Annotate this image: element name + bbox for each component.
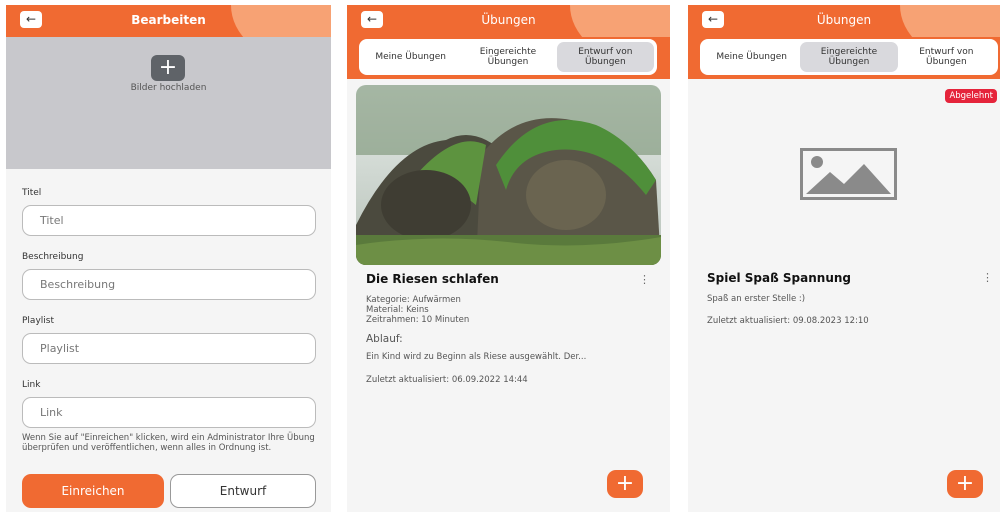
add-image-icon[interactable]: + (151, 55, 185, 81)
tabs: Meine Übungen Eingereichte Übungen Entwu… (359, 39, 657, 75)
tabs: Meine Übungen Eingereichte Übungen Entwu… (700, 39, 998, 75)
image-placeholder-icon (800, 148, 897, 200)
link-input[interactable]: Link (22, 397, 316, 428)
exercise-image[interactable] (356, 85, 661, 265)
page-title: Übungen (816, 13, 872, 27)
edit-form: Titel Titel Beschreibung Beschreibung Pl… (22, 188, 316, 444)
page-title: Übungen (481, 13, 536, 27)
draft-button[interactable]: Entwurf (170, 474, 316, 508)
submit-note: Wenn Sie auf "Einreichen" klicken, wird … (22, 433, 315, 453)
submitted-screen: ← Übungen Meine Übungen Eingereichte Übu… (688, 5, 1000, 512)
tab-bar: Meine Übungen Eingereichte Übungen Entwu… (347, 37, 670, 79)
last-updated: Zuletzt aktualisiert: 09.08.2023 12:10 (707, 316, 869, 326)
status-badge: Abgelehnt (945, 89, 997, 103)
rock-photo (356, 85, 661, 265)
tab-bar: Meine Übungen Eingereichte Übungen Entwu… (688, 37, 1000, 79)
more-options-icon[interactable]: ⋮ (639, 273, 650, 286)
app-bar: ← Übungen (347, 5, 670, 37)
exercise-material: Material: Keins (366, 305, 429, 315)
add-exercise-button[interactable]: + (947, 470, 983, 498)
edit-screen: ← Bearbeiten + Bilder hochladen Titel Ti… (6, 5, 331, 512)
tab-draft-exercises[interactable]: Entwurf von Übungen (898, 42, 995, 72)
last-updated: Zuletzt aktualisiert: 06.09.2022 14:44 (366, 375, 528, 385)
add-exercise-button[interactable]: + (607, 470, 643, 498)
page-title: Bearbeiten (131, 13, 206, 27)
title-label: Titel (22, 188, 42, 198)
tab-submitted-exercises[interactable]: Eingereichte Übungen (800, 42, 898, 72)
app-bar: ← Übungen (688, 5, 1000, 37)
tab-my-exercises[interactable]: Meine Übungen (362, 42, 459, 72)
exercise-title: Die Riesen schlafen (366, 272, 499, 286)
drafts-screen: ← Übungen Meine Übungen Eingereichte Übu… (347, 5, 670, 512)
description-input[interactable]: Beschreibung (22, 269, 316, 300)
link-label: Link (22, 380, 41, 390)
playlist-label: Playlist (22, 316, 54, 326)
title-input[interactable]: Titel (22, 205, 316, 236)
exercise-category: Kategorie: Aufwärmen (366, 295, 461, 305)
tab-my-exercises[interactable]: Meine Übungen (703, 42, 800, 72)
procedure-heading: Ablauf: (366, 333, 403, 345)
app-bar: ← Bearbeiten (6, 5, 331, 37)
tab-submitted-exercises[interactable]: Eingereichte Übungen (459, 42, 556, 72)
description-label: Beschreibung (22, 252, 84, 262)
procedure-excerpt: Ein Kind wird zu Beginn als Riese ausgew… (366, 352, 587, 362)
playlist-input[interactable]: Playlist (22, 333, 316, 364)
exercise-subtitle: Spaß an erster Stelle :) (707, 294, 806, 304)
more-options-icon[interactable]: ⋮ (982, 271, 993, 284)
tab-draft-exercises[interactable]: Entwurf von Übungen (556, 42, 654, 72)
exercise-title: Spiel Spaß Spannung (707, 271, 852, 285)
upload-label: Bilder hochladen (130, 83, 207, 93)
exercise-timeframe: Zeitrahmen: 10 Minuten (366, 315, 470, 325)
submit-button[interactable]: Einreichen (22, 474, 164, 508)
image-upload-area[interactable]: + Bilder hochladen (6, 37, 331, 169)
